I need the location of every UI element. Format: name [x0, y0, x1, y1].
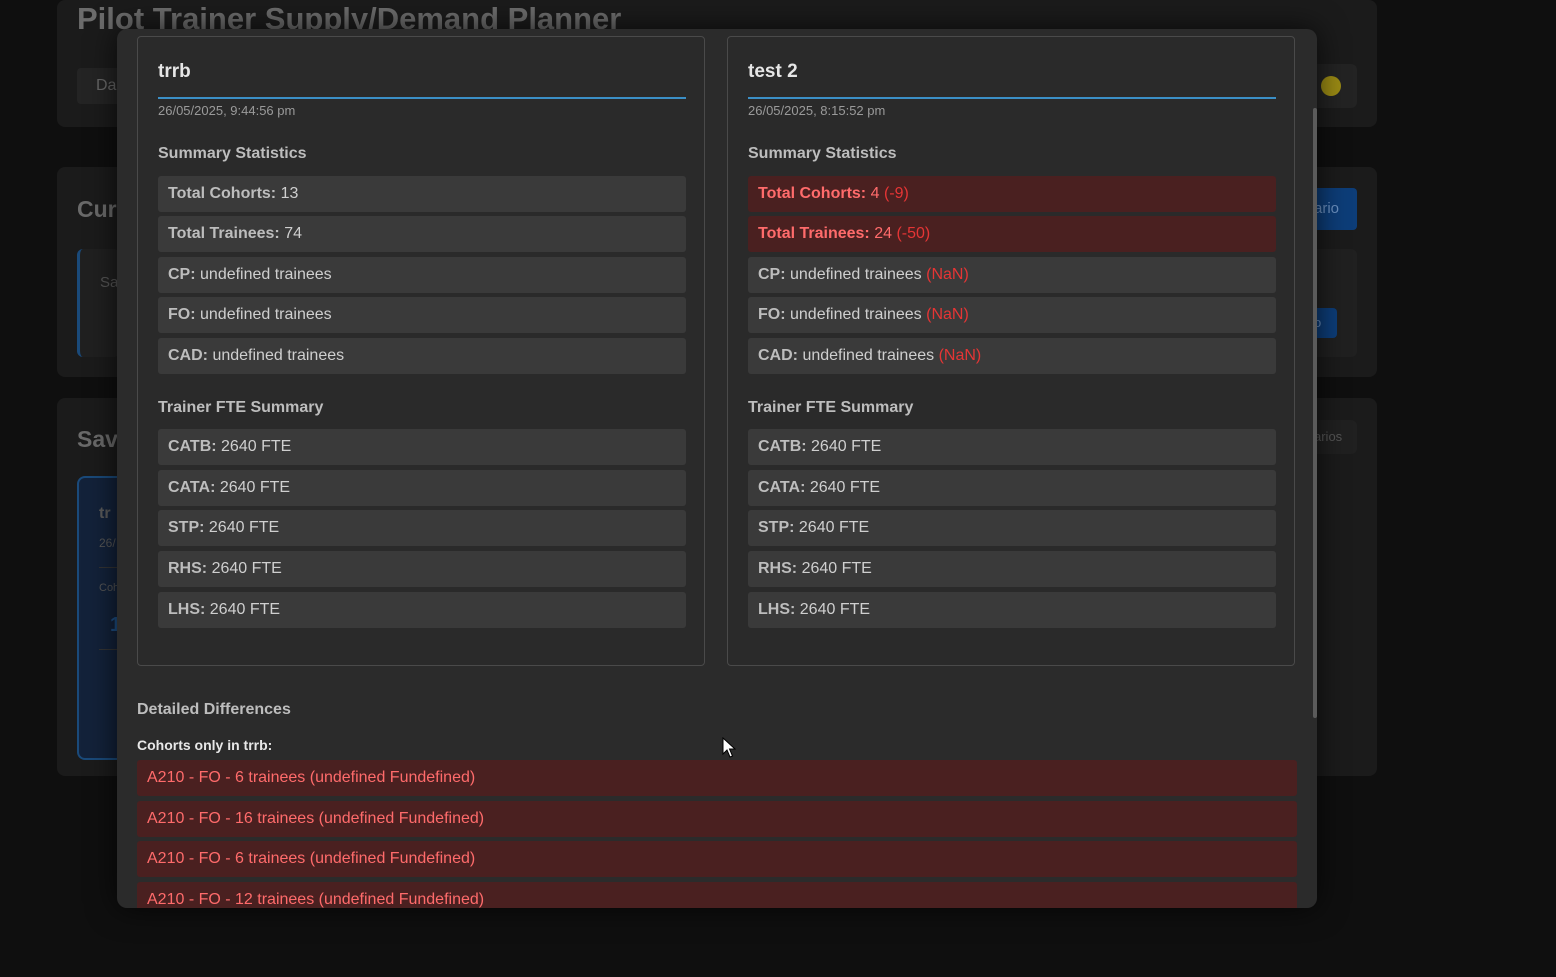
stat-value: undefined trainees [200, 266, 332, 283]
mouse-cursor-icon [722, 737, 736, 758]
stat-label: CAD: [168, 347, 208, 364]
sun-icon [1321, 76, 1341, 96]
scenario-date: 26/05/2025, 8:15:52 pm [748, 103, 886, 118]
fte-stp: STP: 2640 FTE [158, 510, 686, 546]
scenario-name: test 2 [748, 61, 798, 82]
fte-value: 2640 FTE [798, 519, 870, 536]
summary-statistics-title: Summary Statistics [748, 145, 897, 162]
cohort-diff-row: A210 - FO - 16 trainees (undefined Funde… [137, 801, 1297, 837]
fte-rhs: RHS: 2640 FTE [158, 551, 686, 587]
saved-heading: Sav [77, 426, 118, 452]
fte-label: CATA: [758, 479, 806, 496]
stat-value: undefined trainees [802, 347, 935, 364]
stat-total-cohorts: Total Cohorts: 4 (-9) [748, 176, 1276, 212]
fte-label: LHS: [758, 601, 796, 618]
fte-cata: CATA: 2640 FTE [748, 470, 1276, 506]
cohort-diff-row: A210 - FO - 6 trainees (undefined Fundef… [137, 760, 1297, 796]
fte-label: CATB: [758, 438, 807, 455]
stat-label: Total Cohorts: [758, 185, 867, 202]
cohort-diff-row: A210 - FO - 12 trainees (undefined Funde… [137, 882, 1297, 908]
stat-label: Total Cohorts: [168, 185, 277, 202]
stat-delta: (NaN) [938, 347, 982, 364]
stat-label: FO: [168, 306, 196, 323]
stat-value: undefined trainees [200, 306, 332, 323]
divider [99, 649, 117, 650]
fte-lhs: LHS: 2640 FTE [158, 592, 686, 628]
fte-label: RHS: [758, 560, 798, 577]
stat-delta: (-50) [896, 225, 931, 242]
stat-cp: CP: undefined trainees (NaN) [748, 257, 1276, 293]
fte-label: RHS: [168, 560, 208, 577]
stat-label: Total Trainees: [168, 225, 280, 242]
stat-fo: FO: undefined trainees (NaN) [748, 297, 1276, 333]
stat-cp: CP: undefined trainees [158, 257, 686, 293]
fte-lhs: LHS: 2640 FTE [748, 592, 1276, 628]
current-scenario-text: Sa [100, 274, 119, 291]
stat-total-trainees: Total Trainees: 24 (-50) [748, 216, 1276, 252]
current-scenario-panel [77, 249, 120, 357]
tab-dashboard-label: Da [96, 77, 117, 94]
fte-value: 2640 FTE [801, 560, 872, 577]
fte-value: 2640 FTE [211, 560, 282, 577]
stat-cad: CAD: undefined trainees [158, 338, 686, 374]
scenario-column-left: trrb 26/05/2025, 9:44:56 pm Summary Stat… [137, 36, 705, 666]
fte-label: LHS: [168, 601, 206, 618]
fte-stp: STP: 2640 FTE [748, 510, 1276, 546]
summary-statistics-title: Summary Statistics [158, 145, 307, 162]
stat-label: FO: [758, 306, 786, 323]
stat-fo: FO: undefined trainees [158, 297, 686, 333]
fte-catb: CATB: 2640 FTE [748, 429, 1276, 465]
stat-total-trainees: Total Trainees: 74 [158, 216, 686, 252]
fte-value: 2640 FTE [221, 438, 292, 455]
fte-label: STP: [758, 519, 795, 536]
stat-value: 24 [874, 225, 892, 242]
fte-value: 2640 FTE [811, 438, 882, 455]
fte-value: 2640 FTE [209, 601, 281, 618]
stat-label: Total Trainees: [758, 225, 870, 242]
scenario-date: 26/05/2025, 9:44:56 pm [158, 103, 296, 118]
fte-label: CATB: [168, 438, 217, 455]
cohort-diff-row: A210 - FO - 6 trainees (undefined Fundef… [137, 841, 1297, 877]
stat-delta: (NaN) [926, 306, 969, 323]
fte-value: 2640 FTE [809, 479, 881, 496]
fte-rhs: RHS: 2640 FTE [748, 551, 1276, 587]
stat-value: undefined trainees [790, 306, 922, 323]
fte-value: 2640 FTE [208, 519, 280, 536]
scenario-column-right: test 2 26/05/2025, 8:15:52 pm Summary St… [727, 36, 1295, 666]
stat-label: CP: [168, 266, 196, 283]
compare-modal: trrb 26/05/2025, 9:44:56 pm Summary Stat… [117, 29, 1317, 908]
fte-cata: CATA: 2640 FTE [158, 470, 686, 506]
fte-value: 2640 FTE [799, 601, 871, 618]
fte-value: 2640 FTE [219, 479, 291, 496]
divider [99, 567, 117, 568]
title-underline [748, 97, 1276, 99]
fte-catb: CATB: 2640 FTE [158, 429, 686, 465]
stat-value: 74 [284, 225, 302, 242]
modal-scrollbar[interactable] [1313, 108, 1317, 718]
stat-value: undefined trainees [790, 266, 922, 283]
stat-total-cohorts: Total Cohorts: 13 [158, 176, 686, 212]
stat-value: undefined trainees [212, 347, 345, 364]
stat-delta: (-9) [883, 185, 909, 202]
stat-value: 13 [280, 185, 299, 202]
stat-label: CAD: [758, 347, 798, 364]
stat-delta: (NaN) [926, 266, 969, 283]
detailed-differences-title: Detailed Differences [137, 701, 291, 718]
cohorts-only-in-label: Cohorts only in trrb: [137, 737, 273, 753]
current-heading: Cur [77, 196, 117, 222]
fte-label: CATA: [168, 479, 216, 496]
stat-value: 4 [870, 185, 880, 202]
fte-label: STP: [168, 519, 205, 536]
stat-label: CP: [758, 266, 786, 283]
scenario-name: trrb [158, 61, 191, 82]
saved-scenario-date: 26/ [99, 536, 116, 550]
trainer-fte-title: Trainer FTE Summary [158, 399, 324, 416]
trainer-fte-title: Trainer FTE Summary [748, 399, 914, 416]
stat-cad: CAD: undefined trainees (NaN) [748, 338, 1276, 374]
title-underline [158, 97, 686, 99]
saved-scenario-name: tr [99, 505, 111, 522]
